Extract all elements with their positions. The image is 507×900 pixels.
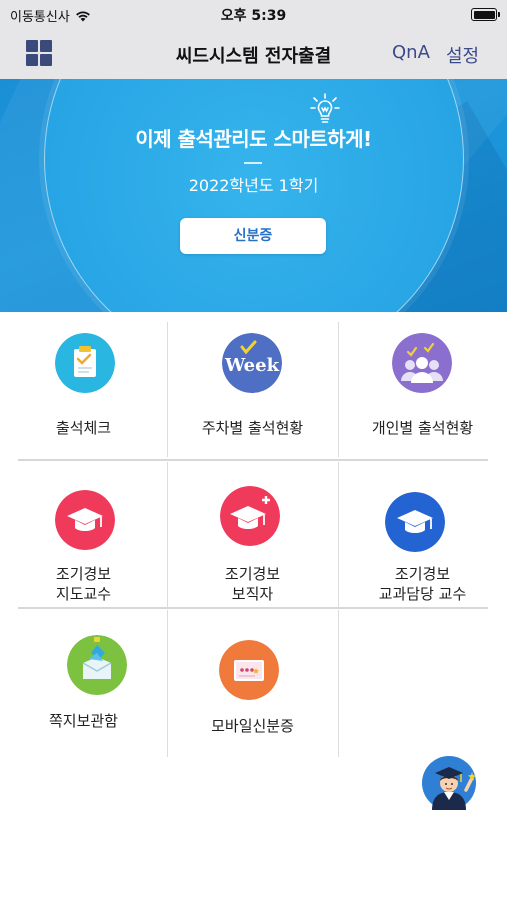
menu-item-label: 출석체크 bbox=[55, 419, 112, 437]
status-time: 오후 5:39 bbox=[220, 8, 287, 24]
menu-item-individual-attendance[interactable]: 개인별 출석현황 bbox=[338, 312, 507, 459]
status-bar: 이동통신사 오후 5:39 bbox=[0, 0, 507, 30]
id-card-button[interactable]: 신분증 bbox=[180, 218, 326, 254]
qna-link[interactable]: QnA bbox=[392, 42, 430, 63]
weekly-icon: Week bbox=[222, 333, 282, 393]
message-box-icon bbox=[67, 635, 127, 695]
banner: 이제 출석관리도 스마트하게! 2022학년도 1학기 신분증 bbox=[0, 79, 507, 312]
graduation-cap-plus-icon bbox=[220, 486, 280, 546]
menu-item-label: 쪽지보관함 bbox=[48, 712, 118, 730]
menu-item-message-box[interactable]: 쪽지보관함 bbox=[0, 608, 167, 755]
banner-term: 2022학년도 1학기 bbox=[188, 176, 319, 195]
menu-item-attendance-check[interactable]: 출석체크 bbox=[0, 312, 167, 459]
people-check-icon bbox=[392, 333, 452, 393]
clipboard-check-icon bbox=[55, 333, 115, 393]
menu-item-early-warning-staff[interactable]: 조기경보 보직자 bbox=[167, 460, 338, 607]
banner-divider bbox=[244, 162, 262, 164]
menu-item-label: 모바일신분증 bbox=[211, 717, 294, 735]
menu-item-label: 개인별 출석현황 bbox=[371, 419, 474, 437]
menu-item-label: 조기경보 교과담당 교수 bbox=[378, 565, 467, 603]
menu-item-early-warning-instructor[interactable]: 조기경보 교과담당 교수 bbox=[338, 460, 507, 607]
battery-icon bbox=[471, 8, 500, 21]
mobile-id-card-icon bbox=[219, 640, 279, 700]
menu-item-early-warning-advisor[interactable]: 조기경보 지도교수 bbox=[0, 460, 167, 607]
menu-item-label: 조기경보 지도교수 bbox=[55, 565, 112, 603]
menu-item-mobile-id[interactable]: 모바일신분증 bbox=[167, 608, 338, 755]
menu-item-label: 주차별 출석현황 bbox=[201, 419, 304, 437]
page-title: 씨드시스템 전자출결 bbox=[175, 46, 332, 67]
graduation-cap-icon bbox=[385, 492, 445, 552]
svg-text:Week: Week bbox=[224, 355, 280, 376]
banner-headline: 이제 출석관리도 스마트하게! bbox=[135, 127, 372, 151]
nav-bar: 씨드시스템 전자출결 QnA 설정 bbox=[0, 30, 507, 79]
menu-item-weekly-attendance[interactable]: Week 주차별 출석현황 bbox=[167, 312, 338, 459]
graduate-avatar-icon[interactable] bbox=[422, 756, 476, 810]
settings-link[interactable]: 설정 bbox=[446, 42, 479, 68]
graduation-cap-icon bbox=[55, 490, 115, 550]
grid-divider bbox=[338, 610, 339, 757]
menu-item-label: 조기경보 보직자 bbox=[224, 565, 281, 603]
lightbulb-icon bbox=[310, 93, 340, 123]
